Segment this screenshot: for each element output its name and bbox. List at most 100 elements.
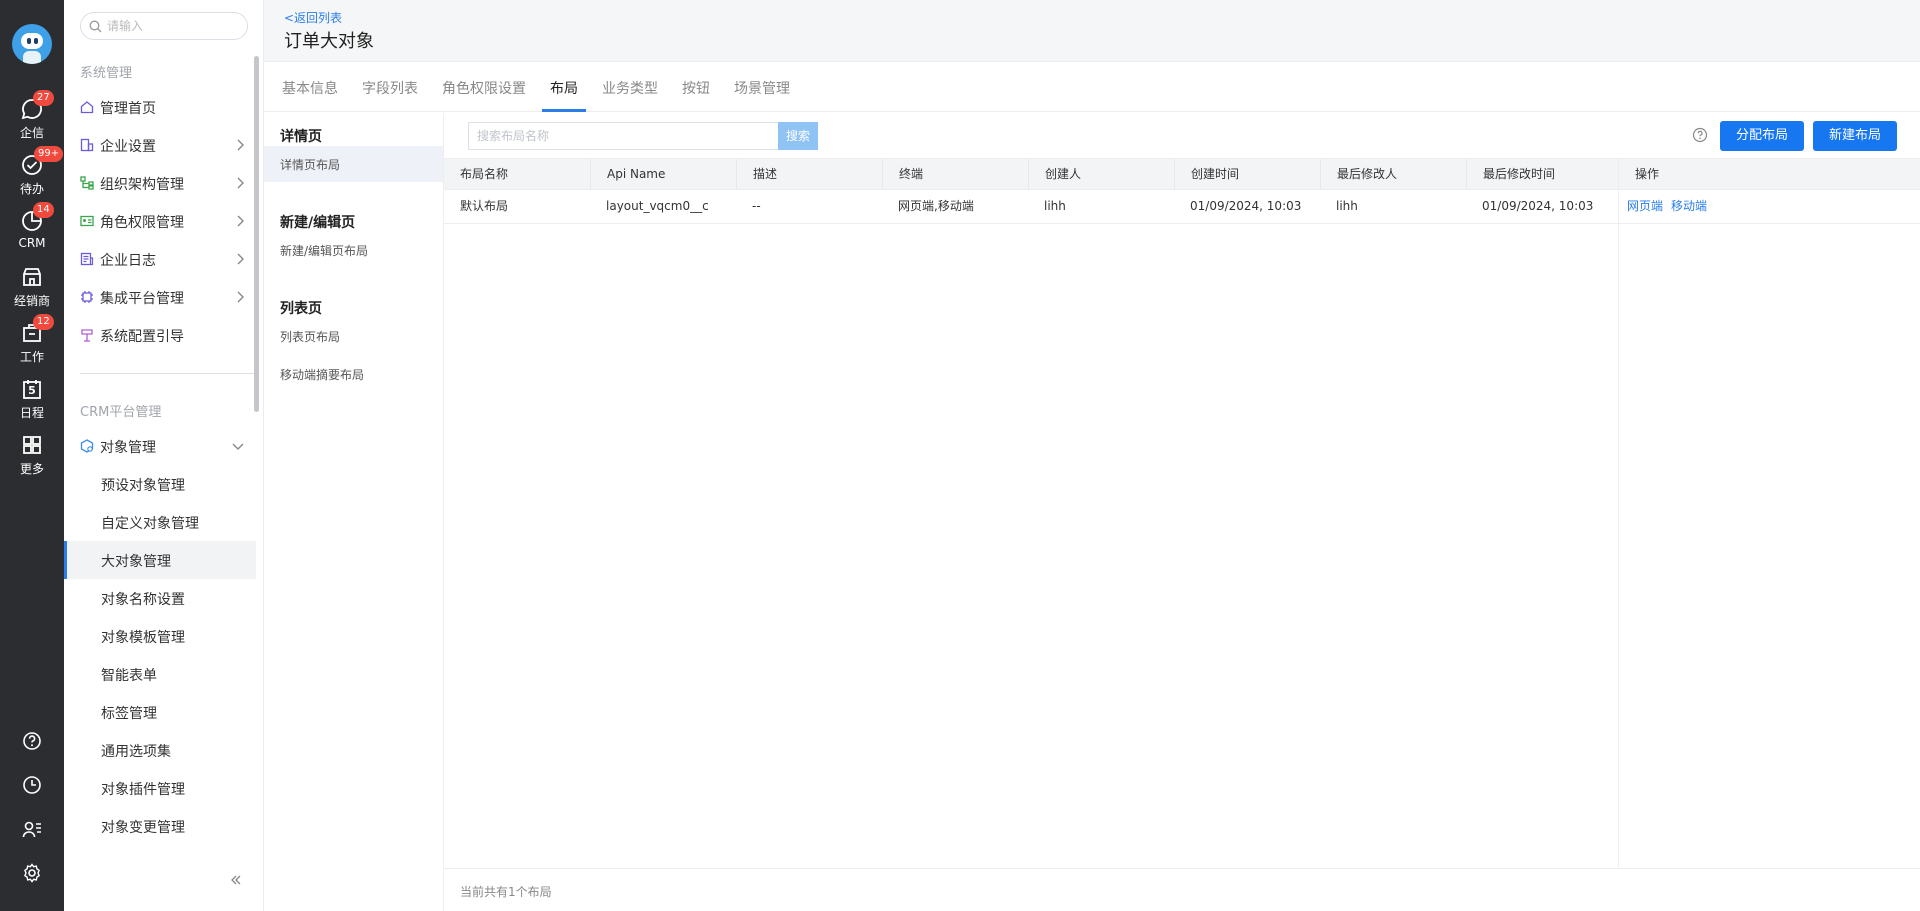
item-label: 新建/编辑页布局 [280, 244, 369, 258]
rail-item-more[interactable]: 更多 [0, 430, 64, 480]
item-detail-layout[interactable]: 详情页布局 [264, 146, 443, 182]
item-mobile-summary-layout[interactable]: 移动端摘要布局 [264, 356, 443, 392]
tab-buttons[interactable]: 按钮 [682, 78, 710, 98]
sidebar-scrollbar[interactable] [254, 56, 259, 412]
col-api-name: Api Name [590, 159, 736, 190]
tab-basic-info[interactable]: 基本信息 [282, 78, 338, 98]
main-area: <返回列表 订单大对象 基本信息 字段列表 角色权限设置 布局 业务类型 按钮 … [264, 0, 1920, 911]
menu-item-org-structure[interactable]: 组织架构管理 [64, 164, 256, 202]
submenu-label: 通用选项集 [101, 744, 171, 760]
chevron-down-icon [232, 443, 244, 450]
submenu-object-templates[interactable]: 对象模板管理 [64, 617, 256, 655]
avatar-eye [34, 38, 38, 44]
action-mobile-link[interactable]: 移动端 [1671, 199, 1707, 213]
avatar[interactable] [12, 24, 52, 64]
rail-label-work: 工作 [19, 350, 44, 364]
menu-item-enterprise-log[interactable]: 企业日志 [64, 240, 256, 278]
sidebar-search-input[interactable] [107, 16, 241, 36]
chip-icon [81, 291, 93, 303]
menu-label: 组织架构管理 [100, 177, 184, 193]
rail-label-todo: 待办 [19, 182, 44, 196]
layout-search-input[interactable] [468, 122, 778, 150]
page-header: <返回列表 订单大对象 [264, 0, 1920, 62]
menu-item-config-guide[interactable]: 系统配置引导 [64, 316, 256, 354]
rail-item-work[interactable]: 12 工作 [0, 314, 64, 368]
submenu-big-objects[interactable]: 大对象管理 [64, 541, 256, 579]
menu-item-integration-platform[interactable]: 集成平台管理 [64, 278, 256, 316]
chevron-right-icon [237, 139, 244, 151]
help-circle-icon [23, 732, 41, 750]
submenu-object-plugins[interactable]: 对象插件管理 [64, 769, 256, 807]
rail-item-calendar[interactable]: 5 日程 [0, 374, 64, 424]
building-icon [80, 138, 94, 152]
clock-icon [23, 776, 41, 794]
menu-label: 集成平台管理 [100, 291, 184, 307]
section-title-crm: CRM平台管理 [80, 405, 162, 420]
layout-type-panel: 详情页 详情页布局 新建/编辑页 新建/编辑页布局 列表页 列表页布局 移动端摘… [264, 113, 444, 911]
menu-item-role-permissions[interactable]: 角色权限管理 [64, 202, 256, 240]
new-layout-button[interactable]: 新建布局 [1813, 121, 1898, 151]
layout-search: 搜索 [468, 122, 818, 150]
rail-history[interactable] [0, 770, 64, 800]
badge-work: 12 [33, 314, 54, 330]
search-button[interactable]: 搜索 [778, 122, 818, 150]
tab-field-list[interactable]: 字段列表 [362, 78, 418, 98]
search-icon [89, 20, 102, 33]
rail-label-crm: CRM [18, 236, 46, 250]
submenu-object-name-settings[interactable]: 对象名称设置 [64, 579, 256, 617]
cell-description: -- [752, 199, 761, 213]
settings-sidebar: 系统管理 管理首页 企业设置 组织架构管理 角色权限管理 企业日志 集成平台管理… [64, 0, 264, 911]
item-list-layout[interactable]: 列表页布局 [264, 318, 443, 354]
rail-help[interactable] [0, 726, 64, 756]
rail-contacts[interactable] [0, 814, 64, 844]
rail-label-dealer: 经销商 [13, 294, 50, 308]
action-web-link[interactable]: 网页端 [1627, 199, 1663, 213]
cell-last-modifier: lihh [1336, 199, 1358, 213]
submenu-label: 对象变更管理 [101, 820, 185, 836]
tab-role-permissions[interactable]: 角色权限设置 [442, 78, 526, 98]
chevron-right-icon [237, 291, 244, 303]
submenu-label: 对象模板管理 [101, 630, 185, 646]
org-tree-icon [80, 176, 94, 190]
menu-label: 对象管理 [100, 440, 156, 456]
rail-item-todo[interactable]: 99+ 待办 [0, 146, 64, 200]
active-tab-indicator [542, 109, 586, 112]
assign-layout-button[interactable]: 分配布局 [1720, 121, 1805, 151]
col-layout-name: 布局名称 [460, 167, 509, 181]
submenu-label: 对象名称设置 [101, 592, 185, 608]
rail-settings[interactable] [0, 858, 64, 888]
group-list-page: 列表页 [280, 301, 322, 317]
col-created-time: 创建时间 [1174, 159, 1320, 190]
actions-column-divider [1618, 158, 1619, 868]
tab-business-type[interactable]: 业务类型 [602, 78, 658, 98]
group-detail-page: 详情页 [280, 129, 322, 145]
submenu-tag-management[interactable]: 标签管理 [64, 693, 256, 731]
rail-label-qixin: 企信 [19, 126, 44, 140]
rail-item-qixin[interactable]: 27 企信 [0, 90, 64, 144]
submenu-label: 标签管理 [101, 706, 157, 722]
gear-icon [24, 863, 40, 883]
submenu-option-sets[interactable]: 通用选项集 [64, 731, 256, 769]
submenu-smart-forms[interactable]: 智能表单 [64, 655, 256, 693]
submenu-label: 大对象管理 [101, 554, 171, 570]
cell-api-name: layout_vqcm0__c [606, 199, 709, 213]
help-icon[interactable] [1692, 127, 1708, 143]
rail-item-crm[interactable]: 14 CRM [0, 202, 64, 256]
table-footer: 当前共有1个布局 [444, 868, 1920, 911]
submenu-object-changes[interactable]: 对象变更管理 [64, 807, 256, 845]
tab-layout[interactable]: 布局 [550, 78, 578, 98]
group-edit-page: 新建/编辑页 [280, 215, 356, 231]
menu-item-object-management[interactable]: 对象管理 [64, 427, 256, 465]
menu-item-admin-home[interactable]: 管理首页 [64, 88, 256, 126]
submenu-preset-objects[interactable]: 预设对象管理 [64, 465, 256, 503]
rail-item-dealer[interactable]: 经销商 [0, 262, 64, 312]
collapse-sidebar-icon[interactable] [230, 874, 242, 886]
back-to-list-link[interactable]: <返回列表 [284, 9, 342, 26]
tab-scene-management[interactable]: 场景管理 [734, 78, 790, 98]
submenu-custom-objects[interactable]: 自定义对象管理 [64, 503, 256, 541]
menu-item-enterprise-settings[interactable]: 企业设置 [64, 126, 256, 164]
sidebar-search[interactable] [80, 12, 248, 40]
item-edit-layout[interactable]: 新建/编辑页布局 [264, 232, 443, 268]
col-actions: 操作 [1618, 159, 1920, 190]
chevron-right-icon [237, 177, 244, 189]
